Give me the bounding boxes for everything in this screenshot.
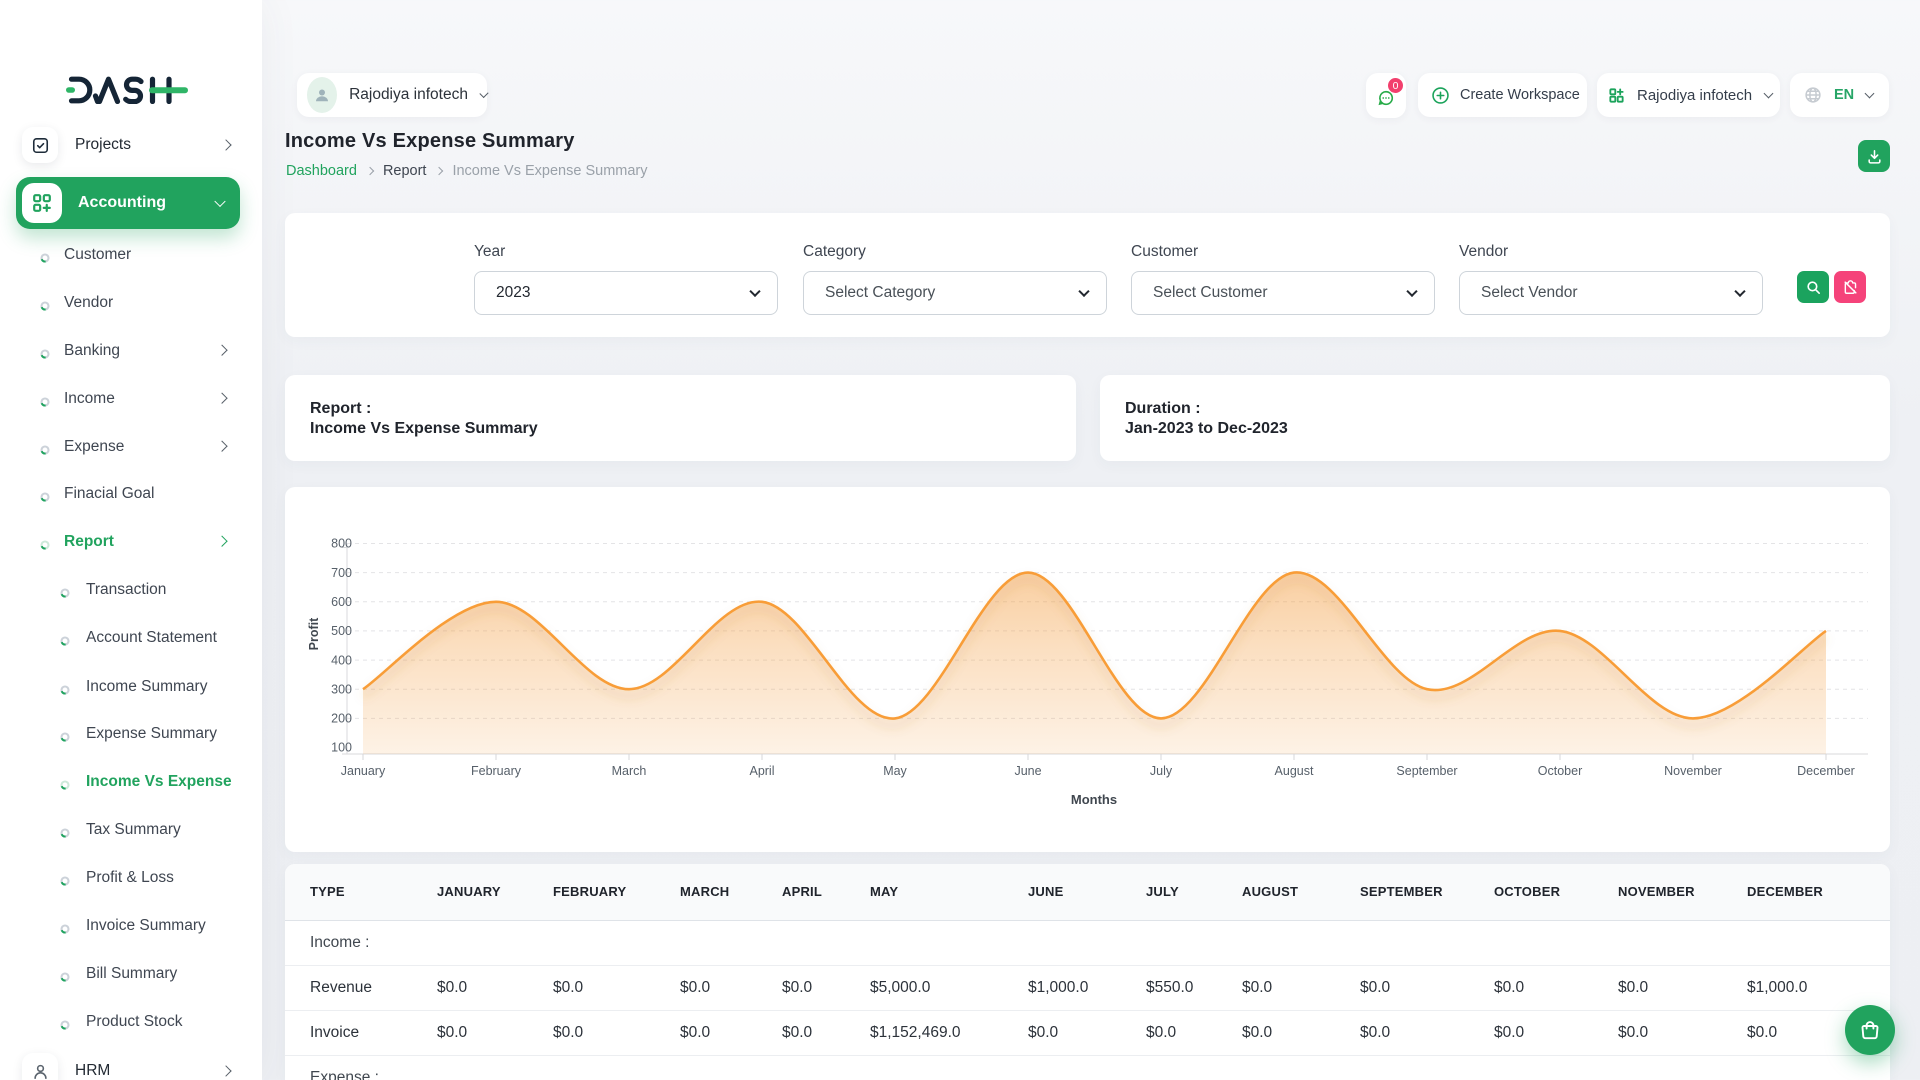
- svg-text:Profit: Profit: [307, 617, 321, 650]
- svg-text:October: October: [1538, 764, 1582, 778]
- svg-text:Months: Months: [1071, 792, 1117, 807]
- svg-text:July: July: [1150, 764, 1173, 778]
- svg-text:May: May: [883, 764, 907, 778]
- svg-text:June: June: [1014, 764, 1041, 778]
- svg-text:November: November: [1664, 764, 1722, 778]
- svg-text:100: 100: [331, 741, 352, 755]
- svg-text:300: 300: [331, 682, 352, 696]
- svg-text:April: April: [749, 764, 774, 778]
- svg-text:September: September: [1396, 764, 1457, 778]
- svg-text:200: 200: [331, 712, 352, 726]
- svg-text:August: August: [1275, 764, 1314, 778]
- svg-text:December: December: [1797, 764, 1855, 778]
- svg-text:500: 500: [331, 624, 352, 638]
- svg-text:March: March: [612, 764, 647, 778]
- svg-text:700: 700: [331, 566, 352, 580]
- svg-text:February: February: [471, 764, 522, 778]
- svg-text:800: 800: [331, 537, 352, 551]
- svg-text:600: 600: [331, 595, 352, 609]
- svg-text:January: January: [341, 764, 386, 778]
- svg-text:400: 400: [331, 653, 352, 667]
